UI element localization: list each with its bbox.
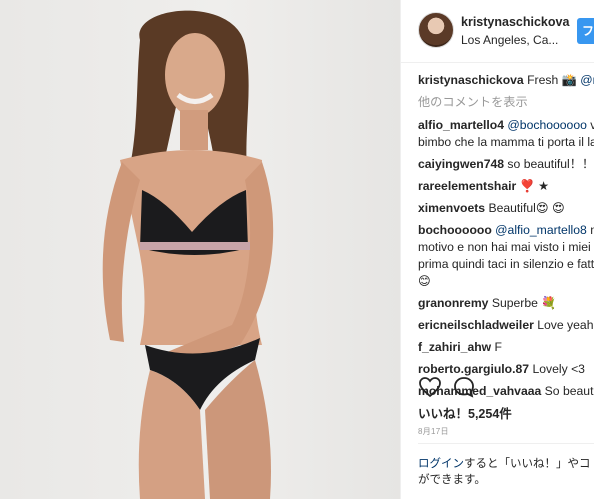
comment-username[interactable]: roberto.gargiulo.87	[418, 362, 529, 376]
post-date: 8月17日	[418, 427, 449, 436]
list-item: ericneilschladweiler Love yeah	[418, 317, 594, 334]
list-item: alfio_martello4 @bochoooooo va bimbo che…	[418, 117, 594, 151]
comment-text: So beautif	[541, 384, 594, 398]
likes-count[interactable]: いいね！5,254件	[418, 403, 512, 422]
list-item: rareelementshair ❣️ ★	[418, 178, 594, 195]
login-text-2: ができます。	[418, 474, 486, 486]
comment-username[interactable]: granonremy	[418, 296, 488, 310]
comment-text: Superbe 💐	[488, 296, 557, 310]
comment-text: prima quindi taci in silenzio e fatt	[418, 257, 594, 271]
comment-text: motivo e non hai mai visto i miei c	[418, 240, 594, 254]
list-item: ximenvoets Beautiful😍 😍	[418, 200, 594, 217]
comment-mention[interactable]: @bochoooooo	[504, 118, 586, 132]
list-item: f_zahiri_ahw F	[418, 339, 594, 356]
list-item: bochoooooo @alfio_martello8 no motivo e …	[418, 222, 594, 290]
comment-username[interactable]: ximenvoets	[418, 201, 485, 215]
comment-text: Lovely <3	[529, 362, 585, 376]
speech-bubble-icon[interactable]	[452, 375, 476, 399]
caption-username[interactable]: kristynaschickova	[418, 73, 524, 87]
comment-text: va	[587, 118, 594, 132]
post-username[interactable]: kristynaschickova	[461, 15, 569, 29]
comment-text: ❣️ ★	[516, 179, 550, 193]
post-header: kristynaschickova Los Angeles, Ca... フ	[401, 0, 594, 63]
heart-icon[interactable]	[418, 375, 442, 399]
comment-text: bimbo che la mamma ti porta il la	[418, 135, 594, 149]
avatar[interactable]	[418, 12, 454, 48]
comment-username[interactable]: f_zahiri_ahw	[418, 340, 491, 354]
divider	[418, 443, 594, 444]
list-item: granonremy Superbe 💐	[418, 295, 594, 312]
comment-username[interactable]: caiyingwen748	[418, 157, 504, 171]
comment-username[interactable]: bochoooooo	[418, 223, 492, 237]
login-text: すると「いいね！」やコ	[464, 458, 591, 470]
comment-text: Love yeah	[533, 318, 594, 332]
list-item: caiyingwen748 so beautiful！！	[418, 156, 594, 173]
post-actions	[418, 375, 498, 399]
post-location[interactable]: Los Angeles, Ca...	[461, 33, 558, 47]
comment-text: so beautiful！！	[504, 157, 594, 171]
post-side-panel: kristynaschickova Los Angeles, Ca... フ k…	[400, 0, 594, 499]
comment-text: no	[587, 223, 594, 237]
view-more-comments-link[interactable]: 他のコメントを表示	[418, 94, 594, 111]
comment-username[interactable]: alfio_martello4	[418, 118, 504, 132]
caption: kristynaschickova Fresh 📸 @n	[418, 72, 594, 89]
login-link[interactable]: ログイン	[418, 458, 464, 470]
follow-button[interactable]: フ	[577, 18, 594, 44]
comment-username[interactable]: rareelementshair	[418, 179, 516, 193]
caption-mention[interactable]: @n	[580, 73, 594, 87]
comment-text: F	[491, 340, 502, 354]
login-prompt: ログインすると「いいね！」やコ ができます。	[418, 456, 594, 488]
comment-list: kristynaschickova Fresh 📸 @n 他のコメントを表示 a…	[418, 72, 594, 405]
post-photo	[0, 0, 400, 499]
comment-username[interactable]: ericneilschladweiler	[418, 318, 534, 332]
comment-text: 😊	[418, 274, 431, 288]
comment-text: Beautiful😍 😍	[485, 201, 565, 215]
comment-mention[interactable]: @alfio_martello8	[492, 223, 587, 237]
caption-text: Fresh 📸	[523, 73, 581, 87]
